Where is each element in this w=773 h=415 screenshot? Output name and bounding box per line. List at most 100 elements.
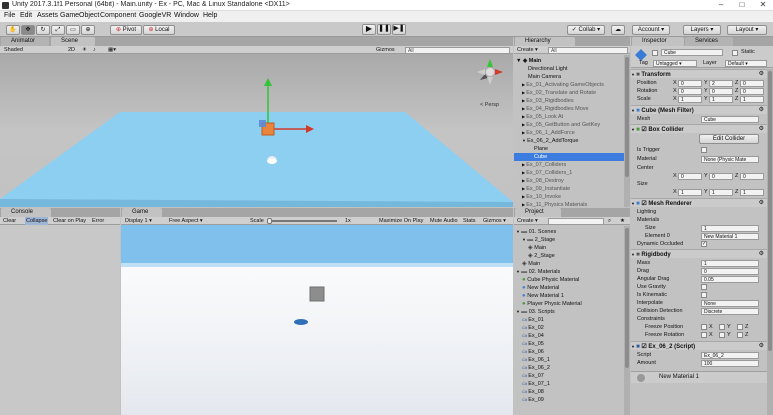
project-create-button[interactable]: Create ▾ <box>517 217 538 225</box>
hierarchy-item[interactable]: ▶ Ex_05_GetButton and GetKey <box>522 121 624 129</box>
local-button[interactable]: ⊕ Local <box>143 25 175 35</box>
pause-button[interactable]: ❚❚ <box>377 24 391 35</box>
vector-field-z[interactable]: 0 <box>740 88 764 95</box>
collider-material-field[interactable]: None (Physic Mate <box>701 156 759 163</box>
console-log-area[interactable] <box>0 225 120 415</box>
project-item[interactable]: ◈ Main <box>522 260 540 268</box>
interpolate-dropdown[interactable]: None <box>701 300 759 307</box>
vector-field-x[interactable]: 0 <box>678 80 702 87</box>
hierarchy-item[interactable]: Plane <box>534 145 624 153</box>
component-settings-icon[interactable]: ⚙ <box>759 199 764 207</box>
project-item[interactable]: C# Ex_04 <box>522 332 544 340</box>
account-button[interactable]: Account ▾ <box>632 25 670 35</box>
hierarchy-item[interactable]: ▶ Ex_07_Colliders <box>522 161 624 169</box>
tab-inspector[interactable]: Inspector <box>632 37 684 46</box>
vector-field-y[interactable]: 2 <box>709 80 733 87</box>
hierarchy-item[interactable]: ▼ Ex_06_2_AddTorque <box>522 137 624 145</box>
project-item[interactable]: C# Ex_02 <box>522 324 544 332</box>
scale-slider-handle[interactable] <box>267 218 272 224</box>
cloud-icon[interactable]: ☁ <box>611 25 625 35</box>
project-item[interactable]: ▼ ▬ 03. Scripts <box>516 308 555 316</box>
scene-orientation-gizmo[interactable] <box>475 57 505 87</box>
play-button[interactable]: ▶ <box>362 24 376 35</box>
edit-collider-button[interactable]: Edit Collider <box>699 134 759 144</box>
rigidbody-header[interactable]: ▼ ■ Rigidbody ⚙ <box>631 249 767 258</box>
hierarchy-item[interactable]: ▶ Ex_03_Rigidbodies <box>522 97 624 105</box>
project-item[interactable]: C# Ex_06_2 <box>522 364 550 372</box>
vector-field-y[interactable]: 0 <box>709 173 733 180</box>
tab-hierarchy[interactable]: Hierarchy <box>515 37 575 46</box>
mesh-renderer-header[interactable]: ▼ ■ ☑ Mesh Renderer ⚙ <box>631 198 767 207</box>
shading-mode-dropdown[interactable]: Shaded <box>4 46 23 54</box>
freeze-checkbox[interactable] <box>719 332 725 338</box>
hierarchy-item[interactable]: ▶ Ex_01_Activating GameObjects <box>522 81 624 89</box>
hierarchy-create-button[interactable]: Create ▾ <box>517 46 538 54</box>
scene-search-input[interactable]: All <box>405 47 510 54</box>
project-item[interactable]: ▼ ▬ 2_Stage <box>522 236 555 244</box>
scale-slider[interactable] <box>267 220 337 222</box>
vector-field-x[interactable]: 1 <box>678 189 702 196</box>
vector-field-y[interactable]: 1 <box>709 189 733 196</box>
component-settings-icon[interactable]: ⚙ <box>759 125 764 133</box>
amount-field[interactable]: 100 <box>701 360 759 367</box>
rect-tool-icon[interactable]: ▭ <box>66 25 80 35</box>
hierarchy-item[interactable]: ▶ Ex_05_Look At <box>522 113 624 121</box>
materials-size-field[interactable]: 1 <box>701 225 759 232</box>
aspect-dropdown[interactable]: Free Aspect ▾ <box>169 217 203 225</box>
menu-file[interactable]: File <box>4 12 15 19</box>
is-trigger-checkbox[interactable] <box>701 147 707 153</box>
project-item[interactable]: C# Ex_07 <box>522 372 544 380</box>
effects-dropdown-icon[interactable]: ▦▾ <box>108 46 116 54</box>
freeze-checkbox[interactable] <box>701 332 707 338</box>
rotate-tool-icon[interactable]: ↻ <box>36 25 50 35</box>
vector-field-x[interactable]: 0 <box>678 88 702 95</box>
hierarchy-item[interactable]: ▶ Ex_02_Translate and Rotate <box>522 89 624 97</box>
use-gravity-checkbox[interactable] <box>701 284 707 290</box>
maximize-icon[interactable]: □ <box>733 0 751 11</box>
mesh-filter-header[interactable]: ▼ ■ Cube (Mesh Filter) ⚙ <box>631 105 767 114</box>
layers-button[interactable]: Layers ▾ <box>683 25 721 35</box>
scene-viewport[interactable]: < Persp <box>0 54 513 207</box>
freeze-checkbox[interactable] <box>719 324 725 330</box>
vector-field-y[interactable]: 1 <box>709 96 733 103</box>
project-item[interactable]: ◈ 2_Stage <box>528 252 555 260</box>
is-kinematic-checkbox[interactable] <box>701 292 707 298</box>
script-field[interactable]: Ex_06_2 <box>701 352 759 359</box>
hierarchy-item[interactable]: ▶ Ex_07_Colliders_1 <box>522 169 624 177</box>
display-dropdown[interactable]: Display 1 ▾ <box>125 217 152 225</box>
menu-window[interactable]: Window <box>174 12 199 19</box>
freeze-checkbox[interactable] <box>701 324 707 330</box>
mute-audio-button[interactable]: Mute Audio <box>430 217 458 225</box>
move-tool-icon[interactable]: ✥ <box>21 25 35 35</box>
close-icon[interactable]: ✕ <box>754 0 772 11</box>
pivot-button[interactable]: ⊕ Pivot <box>110 25 142 35</box>
menu-edit[interactable]: Edit <box>20 12 32 19</box>
project-item[interactable]: ▼ ▬ 02. Materials <box>516 268 560 276</box>
component-settings-icon[interactable]: ⚙ <box>759 342 764 350</box>
layer-dropdown[interactable]: Default ▾ <box>725 60 767 67</box>
stats-button[interactable]: Stats <box>463 217 476 225</box>
tab-scene[interactable]: Scene <box>51 37 95 46</box>
hierarchy-item[interactable]: Directional Light <box>528 65 630 73</box>
project-item[interactable]: C# Ex_01 <box>522 316 544 324</box>
box-collider-header[interactable]: ▼ ■ ☑ Box Collider ⚙ <box>631 124 767 133</box>
lighting-toggle-icon[interactable]: ☀ <box>82 46 87 54</box>
tab-project[interactable]: Project <box>515 208 561 217</box>
menu-component[interactable]: Component <box>100 12 136 19</box>
minimize-icon[interactable]: – <box>712 0 730 11</box>
hierarchy-item[interactable]: Cube <box>514 153 624 161</box>
mass-field[interactable]: 1 <box>701 260 759 267</box>
tab-animator[interactable]: Animator <box>1 37 49 46</box>
active-checkbox[interactable] <box>652 50 658 56</box>
hand-tool-icon[interactable]: ✋ <box>6 25 20 35</box>
transform-tool-icon[interactable]: ⊕ <box>81 25 95 35</box>
mesh-field[interactable]: Cube <box>701 116 759 123</box>
menu-googlevr[interactable]: GoogleVR <box>139 12 171 19</box>
project-item[interactable]: C# Ex_05 <box>522 340 544 348</box>
console-clear-on-play-button[interactable]: Clear on Play <box>53 217 86 225</box>
console-collapse-button[interactable]: Collapse <box>25 217 49 225</box>
vector-field-x[interactable]: 0 <box>678 173 702 180</box>
script-header[interactable]: ▼ ■ ☑ Ex_06_2 (Script) ⚙ <box>631 341 767 350</box>
menu-gameobject[interactable]: GameObject <box>60 12 99 19</box>
project-item[interactable]: C# Ex_06_1 <box>522 356 550 364</box>
